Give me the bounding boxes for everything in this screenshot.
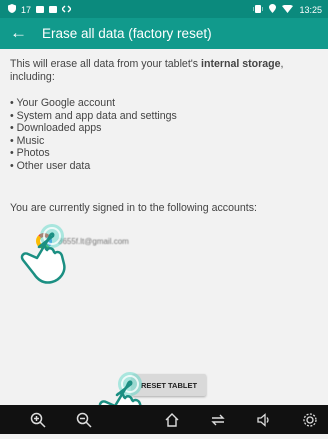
page-title: Erase all data (factory reset)	[42, 26, 212, 41]
recents-icon[interactable]	[210, 412, 226, 428]
list-item: System and app data and settings	[10, 110, 315, 123]
main-content: This will erase all data from your table…	[10, 58, 315, 215]
clock: 13:25	[299, 4, 322, 15]
app-bar: ← Erase all data (factory reset)	[0, 18, 328, 49]
hand-pointer-icon	[14, 222, 74, 299]
wifi-icon	[282, 4, 294, 15]
vibrate-icon	[252, 4, 264, 15]
list-item: Other user data	[10, 160, 315, 173]
intro-text: This will erase all data from your table…	[10, 58, 284, 83]
shield-icon	[8, 4, 16, 15]
image-icon	[36, 6, 45, 13]
list-item: Downloaded apps	[10, 122, 315, 135]
location-icon	[269, 4, 277, 15]
status-bar: 17 13:25	[0, 0, 328, 18]
list-item: Photos	[10, 147, 315, 160]
signed-in-text: You are currently signed in to the follo…	[10, 202, 257, 214]
screenshot-icon[interactable]	[302, 412, 318, 428]
notification-count: 17	[21, 4, 32, 15]
code-icon	[61, 5, 73, 15]
volume-icon[interactable]	[256, 412, 272, 428]
navigation-bar	[0, 405, 328, 434]
mail-icon	[49, 6, 58, 13]
zoom-in-icon[interactable]	[30, 412, 46, 428]
back-arrow-icon[interactable]: ←	[10, 23, 27, 43]
list-item: Music	[10, 135, 315, 148]
home-icon[interactable]	[164, 412, 180, 428]
intro-bold: internal storage	[201, 58, 281, 70]
list-item: Your Google account	[10, 97, 315, 110]
data-list: Your Google account System and app data …	[10, 97, 315, 172]
zoom-out-icon[interactable]	[76, 412, 92, 428]
